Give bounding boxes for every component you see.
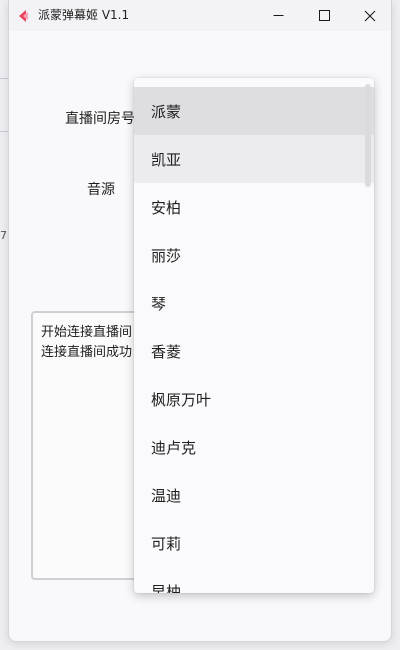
maximize-icon xyxy=(318,10,330,21)
dropdown-option-jean[interactable]: 琴 xyxy=(134,279,374,327)
dropdown-option-lisa[interactable]: 丽莎 xyxy=(134,231,374,279)
minimize-icon xyxy=(273,10,284,21)
voice-source-dropdown[interactable]: 派蒙 凯亚 安柏 丽莎 琴 香菱 枫原万叶 迪卢克 温迪 可莉 早柚 xyxy=(134,78,374,593)
window-title: 派蒙弹幕姬 V1.1 xyxy=(38,8,130,22)
room-number-label: 直播间房号 xyxy=(65,111,135,127)
background-edge-text: 7 xyxy=(0,229,7,242)
dropdown-options: 派蒙 凯亚 安柏 丽莎 琴 香菱 枫原万叶 迪卢克 温迪 可莉 早柚 xyxy=(134,87,374,593)
dropdown-scrollbar[interactable] xyxy=(365,84,371,187)
close-button[interactable] xyxy=(347,0,391,31)
dropdown-option-amber[interactable]: 安柏 xyxy=(134,183,374,231)
dropdown-option-diluc[interactable]: 迪卢克 xyxy=(134,423,374,471)
title-bar[interactable]: 派蒙弹幕姬 V1.1 xyxy=(9,0,391,31)
background-divider xyxy=(0,131,8,132)
minimize-button[interactable] xyxy=(255,0,301,31)
dropdown-option-klee[interactable]: 可莉 xyxy=(134,519,374,567)
dropdown-option-kaeya[interactable]: 凯亚 xyxy=(134,135,374,183)
dropdown-option-kazuha[interactable]: 枫原万叶 xyxy=(134,375,374,423)
dropdown-option-venti[interactable]: 温迪 xyxy=(134,471,374,519)
dropdown-option-xiangling[interactable]: 香菱 xyxy=(134,327,374,375)
voice-source-label: 音源 xyxy=(87,182,115,198)
background-divider xyxy=(0,78,8,79)
app-logo-icon xyxy=(16,8,30,22)
close-icon xyxy=(364,10,376,22)
dropdown-option-sayu[interactable]: 早柚 xyxy=(134,567,374,594)
dropdown-option-paimon[interactable]: 派蒙 xyxy=(134,87,374,135)
maximize-button[interactable] xyxy=(301,0,347,31)
